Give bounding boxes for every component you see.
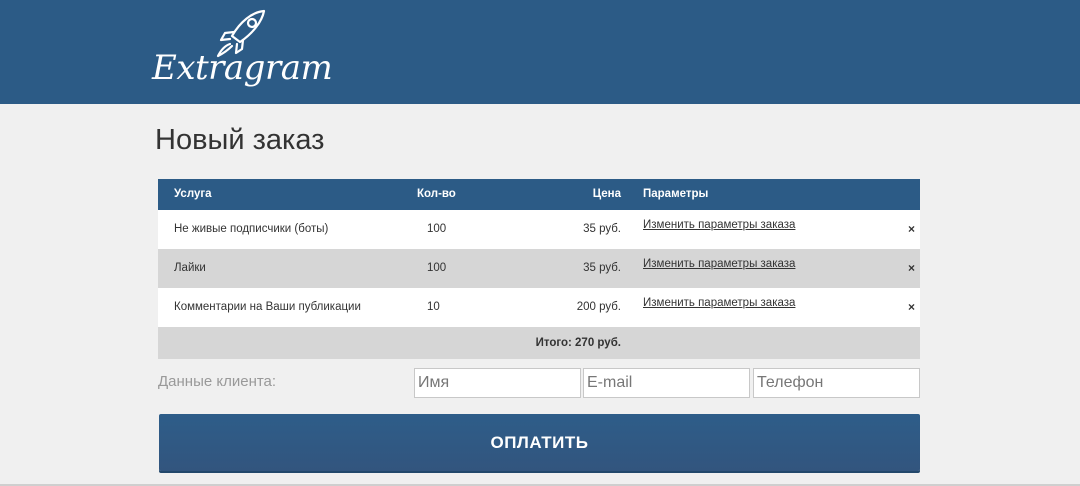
change-params-link[interactable]: Изменить параметры заказа	[643, 219, 795, 231]
table-row: Комментарии на Ваши публикации 10 200 ру…	[158, 288, 920, 327]
phone-field[interactable]	[753, 368, 920, 398]
table-row: Не живые подписчики (боты) 100 35 руб. И…	[158, 210, 920, 249]
price: 35 руб.	[583, 262, 621, 274]
brand-name: Extragram	[152, 48, 333, 88]
header-service: Услуга	[174, 188, 212, 200]
logo[interactable]: Extragram	[152, 8, 333, 100]
remove-icon[interactable]: ×	[908, 261, 915, 275]
name-field[interactable]	[414, 368, 581, 398]
price: 200 руб.	[576, 301, 621, 313]
service-name: Лайки	[174, 262, 206, 274]
change-params-link[interactable]: Изменить параметры заказа	[643, 258, 795, 270]
page-title: Новый заказ	[155, 124, 325, 156]
quantity: 10	[427, 301, 440, 313]
header-price: Цена	[592, 188, 621, 200]
header-qty: Кол-во	[417, 188, 456, 200]
table-header: Услуга Кол-во Цена Параметры	[158, 179, 920, 210]
header-scallop-edge	[0, 96, 1080, 106]
change-params-link[interactable]: Изменить параметры заказа	[643, 297, 795, 309]
order-total: Итого: 270 руб.	[535, 337, 621, 349]
service-name: Не живые подписчики (боты)	[174, 223, 329, 235]
quantity: 100	[427, 223, 447, 235]
client-data-label: Данные клиента:	[158, 373, 277, 390]
remove-icon[interactable]: ×	[908, 222, 915, 236]
email-field[interactable]	[583, 368, 750, 398]
price: 35 руб.	[583, 223, 621, 235]
table-row: Лайки 100 35 руб. Изменить параметры зак…	[158, 249, 920, 288]
quantity: 100	[427, 262, 447, 274]
order-table: Услуга Кол-во Цена Параметры Не живые по…	[158, 179, 920, 359]
remove-icon[interactable]: ×	[908, 300, 915, 314]
site-header: Extragram	[0, 0, 1080, 106]
total-row: Итого: 270 руб.	[158, 327, 920, 359]
header-params: Параметры	[643, 188, 709, 200]
service-name: Комментарии на Ваши публикации	[174, 301, 361, 313]
pay-button[interactable]: ОПЛАТИТЬ	[159, 414, 920, 471]
